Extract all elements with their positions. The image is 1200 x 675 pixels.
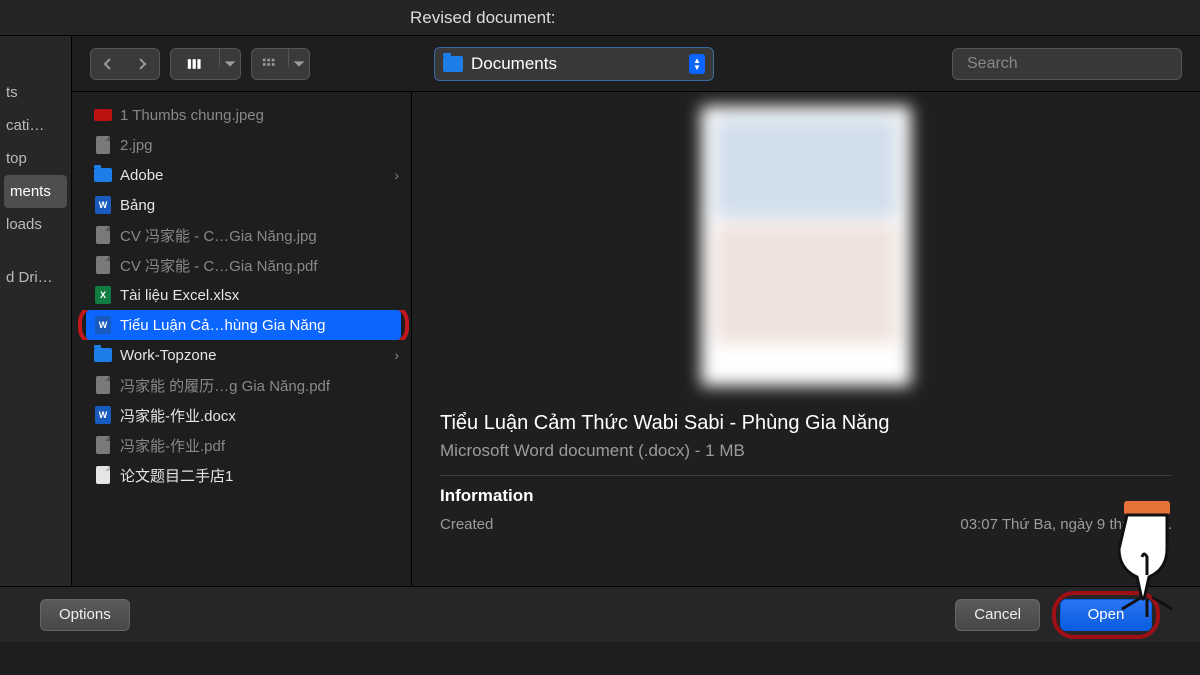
preview-subtitle: Microsoft Word document (.docx) - 1 MB (440, 441, 1172, 461)
gray-icon (94, 136, 112, 154)
jpeg-icon (94, 106, 112, 124)
info-created-value: 03:07 Thứ Ba, ngày 9 tháng 1... (960, 516, 1172, 533)
file-name: 2.jpg (120, 137, 153, 154)
columns-icon (187, 56, 203, 72)
file-name: 冯家能-作业.pdf (120, 435, 225, 456)
grid-icon (262, 56, 278, 72)
word-icon (94, 316, 112, 334)
gray-icon (94, 436, 112, 454)
finder-sidebar: ts cati… top ments loads d Dri… (0, 36, 72, 586)
file-name: Adobe (120, 167, 163, 184)
file-row[interactable]: Adobe › (72, 160, 411, 190)
sidebar-item[interactable]: cati… (0, 109, 71, 142)
bottom-bar: Options Cancel Open (0, 586, 1200, 642)
sidebar-item[interactable]: d Dri… (0, 261, 71, 294)
doc-icon (94, 466, 112, 484)
sidebar-item-documents[interactable]: ments (4, 175, 67, 208)
column-view-button[interactable] (171, 49, 219, 79)
file-name: Tài liệu Excel.xlsx (120, 287, 239, 304)
search-box[interactable] (952, 48, 1182, 80)
group-button[interactable] (252, 49, 288, 79)
file-row[interactable]: Work-Topzone › (72, 340, 411, 370)
location-label: Documents (471, 54, 681, 74)
content-area: Documents ▲▼ 1 Thumbs chung.jpeg 2.jpg Ado… (72, 36, 1200, 586)
file-row[interactable]: Tài liệu Excel.xlsx (72, 280, 411, 310)
file-row[interactable]: Bảng (72, 190, 411, 220)
file-row: 2.jpg (72, 130, 411, 160)
chevron-right-icon (134, 56, 150, 72)
file-name: 论文题目二手店1 (120, 465, 233, 486)
file-list[interactable]: 1 Thumbs chung.jpeg 2.jpg Adobe › Bảng CV 冯家能… (72, 92, 412, 586)
gray-icon (94, 226, 112, 244)
sidebar-item[interactable]: top (0, 142, 71, 175)
cancel-button[interactable]: Cancel (955, 599, 1040, 631)
chevron-right-icon: › (394, 347, 399, 363)
title-bar-label: Revised document: (410, 8, 556, 28)
info-row-created: Created 03:07 Thứ Ba, ngày 9 tháng 1... (440, 516, 1172, 533)
title-bar: Revised document: (0, 0, 1200, 36)
file-row[interactable]: 论文题目二手店1 (72, 460, 411, 490)
file-name: CV 冯家能 - C…Gia Năng.jpg (120, 225, 317, 246)
file-name: Bảng (120, 197, 155, 214)
open-button-highlight: Open (1052, 591, 1160, 639)
view-dropdown[interactable] (220, 49, 240, 79)
group-switcher (251, 48, 310, 80)
sidebar-item[interactable]: loads (0, 208, 71, 241)
folder-icon (94, 166, 112, 184)
search-input[interactable] (967, 55, 1174, 73)
word-icon (94, 196, 112, 214)
file-name: 冯家能-作业.docx (120, 405, 236, 426)
word-icon (94, 406, 112, 424)
chevron-down-icon (291, 56, 307, 72)
file-row: 冯家能 的履历…g Gia Năng.pdf (72, 370, 411, 400)
excel-icon (94, 286, 112, 304)
preview-title: Tiểu Luận Cảm Thức Wabi Sabi - Phùng Gia… (440, 412, 1172, 435)
options-button[interactable]: Options (40, 599, 130, 631)
file-name: Work-Topzone (120, 347, 216, 364)
file-row: 冯家能-作业.pdf (72, 430, 411, 460)
nav-buttons (90, 48, 160, 80)
file-row[interactable]: Tiểu Luận Cả…hùng Gia Năng (72, 310, 411, 340)
preview-pane: Tiểu Luận Cảm Thức Wabi Sabi - Phùng Gia… (412, 92, 1200, 586)
chevron-right-icon: › (394, 167, 399, 183)
file-name: Tiểu Luận Cả…hùng Gia Năng (120, 317, 325, 334)
gray-icon (94, 376, 112, 394)
file-name: CV 冯家能 - C…Gia Năng.pdf (120, 255, 318, 276)
file-name: 1 Thumbs chung.jpeg (120, 107, 264, 124)
info-created-label: Created (440, 516, 493, 533)
file-row[interactable]: 冯家能-作业.docx (72, 400, 411, 430)
file-row: 1 Thumbs chung.jpeg (72, 100, 411, 130)
gray-icon (94, 256, 112, 274)
back-button[interactable] (91, 49, 125, 79)
file-row: CV 冯家能 - C…Gia Năng.jpg (72, 220, 411, 250)
chevron-down-icon (222, 56, 238, 72)
open-button[interactable]: Open (1060, 599, 1152, 631)
stepper-icon: ▲▼ (689, 54, 705, 74)
forward-button[interactable] (125, 49, 159, 79)
file-name: 冯家能 的履历…g Gia Năng.pdf (120, 375, 330, 396)
folder-icon (94, 346, 112, 364)
preview-thumbnail (440, 106, 1172, 396)
toolbar: Documents ▲▼ (72, 36, 1200, 92)
view-switcher (170, 48, 241, 80)
location-selector[interactable]: Documents ▲▼ (434, 47, 714, 81)
folder-icon (443, 56, 463, 72)
chevron-left-icon (100, 56, 116, 72)
sidebar-item[interactable]: ts (0, 76, 71, 109)
info-heading: Information (440, 486, 1172, 506)
file-row: CV 冯家能 - C…Gia Năng.pdf (72, 250, 411, 280)
group-dropdown[interactable] (289, 49, 309, 79)
